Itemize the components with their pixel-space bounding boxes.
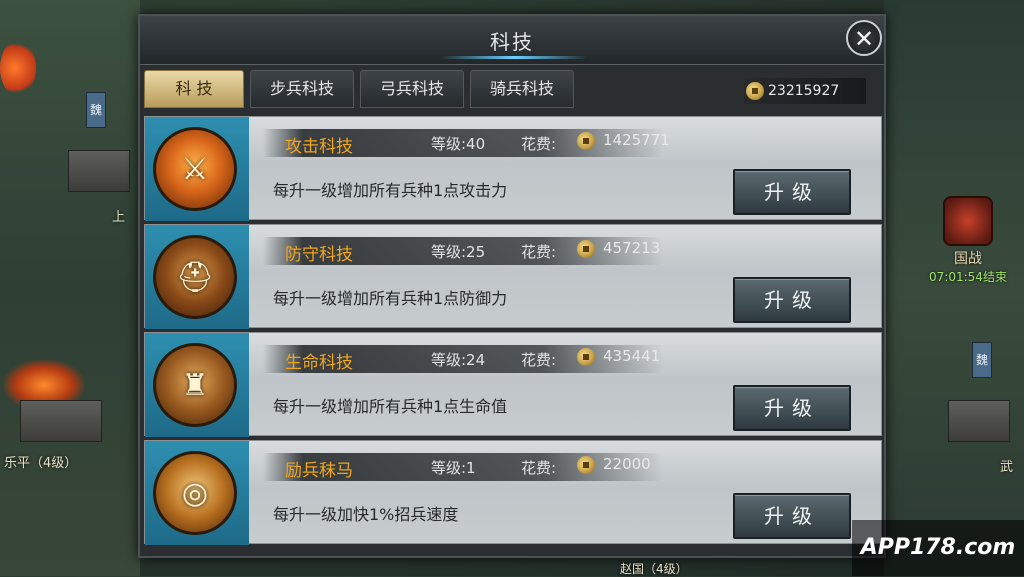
city-label: 上 (112, 210, 126, 225)
tech-name: 励兵秣马 (285, 461, 353, 481)
tech-description: 每升一级增加所有兵种1点生命值 (273, 397, 508, 416)
tech-level: 等级:40 (431, 135, 486, 153)
city-fortress[interactable] (20, 400, 102, 442)
upgrade-button[interactable]: 升级 (733, 493, 851, 539)
helmet-icon[interactable]: ⛑ (153, 235, 237, 319)
tech-level: 等级:1 (431, 459, 476, 477)
coin-icon (577, 455, 595, 474)
panel-header: 科技 (140, 16, 884, 65)
national-war-label: 国战 (954, 251, 982, 267)
cost-label: 花费: (521, 135, 557, 153)
title-underline (440, 56, 588, 59)
cost-label: 花费: (521, 351, 557, 369)
city-label: 武 (1000, 460, 1014, 475)
icon-frame: ⛑ (145, 225, 249, 329)
fire-event-icon[interactable] (0, 40, 36, 96)
upgrade-button[interactable]: 升级 (733, 169, 851, 215)
city-fortress[interactable] (68, 150, 130, 192)
tech-row-attack: ⚔ 攻击科技 等级:40 花费: 1425771 每升一级增加所有兵种1点攻击力… (144, 116, 882, 221)
axe-icon[interactable]: ⚔ (153, 127, 237, 211)
tech-cost-value: 22000 (603, 455, 651, 473)
tech-description: 每升一级增加所有兵种1点攻击力 (273, 181, 508, 200)
cost-label: 花费: (521, 243, 557, 261)
tech-row-defense: ⛑ 防守科技 等级:25 花费: 457213 每升一级增加所有兵种1点防御力 … (144, 224, 882, 329)
close-button[interactable]: ✕ (846, 20, 882, 56)
wei-flag-icon: 魏 (86, 92, 106, 128)
coin-icon (746, 82, 764, 100)
cost-label: 花费: (521, 459, 557, 477)
tab-archer-tech[interactable]: 弓兵科技 (360, 70, 464, 108)
wei-flag-icon: 魏 (972, 342, 992, 378)
tech-cost: 22000 (577, 455, 651, 474)
gold-balance-value: 23215927 (768, 83, 840, 99)
tech-cost-value: 457213 (603, 239, 661, 257)
tech-name: 防守科技 (285, 245, 353, 265)
icon-frame: ⚔ (145, 117, 249, 221)
tech-cost-value: 1425771 (603, 131, 670, 149)
national-war-timer: 07:01:54结束 (929, 270, 1007, 284)
coin-icon (577, 131, 595, 150)
tab-infantry-tech[interactable]: 步兵科技 (250, 70, 354, 108)
icon-frame: ◎ (145, 441, 249, 545)
tech-description: 每升一级增加所有兵种1点防御力 (273, 289, 508, 308)
upgrade-button[interactable]: 升级 (733, 385, 851, 431)
tech-name: 攻击科技 (285, 137, 353, 157)
armor-icon[interactable]: ♜ (153, 343, 237, 427)
map-background-right (884, 0, 1024, 576)
bracer-icon[interactable]: ◎ (153, 451, 237, 535)
tech-cost: 1425771 (577, 131, 670, 150)
upgrade-button[interactable]: 升级 (733, 277, 851, 323)
tech-cost-value: 435441 (603, 347, 661, 365)
city-label-zhao: 赵国（4级） (620, 562, 688, 576)
city-fortress[interactable] (948, 400, 1010, 442)
panel-title: 科技 (490, 30, 534, 54)
tech-name: 生命科技 (285, 353, 353, 373)
city-label-leping: 乐平（4级） (4, 456, 78, 471)
tech-description: 每升一级加快1%招兵速度 (273, 505, 459, 524)
tech-level: 等级:25 (431, 243, 486, 261)
national-war-button[interactable]: 国战 07:01:54结束 (926, 196, 1010, 286)
tech-cost: 457213 (577, 239, 660, 258)
coin-icon (577, 239, 595, 258)
icon-frame: ♜ (145, 333, 249, 437)
tech-row-training: ◎ 励兵秣马 等级:1 花费: 22000 每升一级加快1%招兵速度 升级 (144, 440, 882, 545)
tab-tech[interactable]: 科 技 (144, 70, 244, 108)
tech-cost: 435441 (577, 347, 660, 366)
gold-balance: 23215927 (744, 78, 866, 104)
tab-cavalry-tech[interactable]: 骑兵科技 (470, 70, 574, 108)
tech-level: 等级:24 (431, 351, 486, 369)
watermark-logo: APP178.com (852, 520, 1024, 576)
tech-panel: 科技 科 技 步兵科技 弓兵科技 骑兵科技 23215927 ⚔ 攻击科技 等级… (138, 14, 886, 558)
coin-icon (577, 347, 595, 366)
national-war-icon (943, 196, 993, 246)
tech-row-life: ♜ 生命科技 等级:24 花费: 435441 每升一级增加所有兵种1点生命值 … (144, 332, 882, 437)
